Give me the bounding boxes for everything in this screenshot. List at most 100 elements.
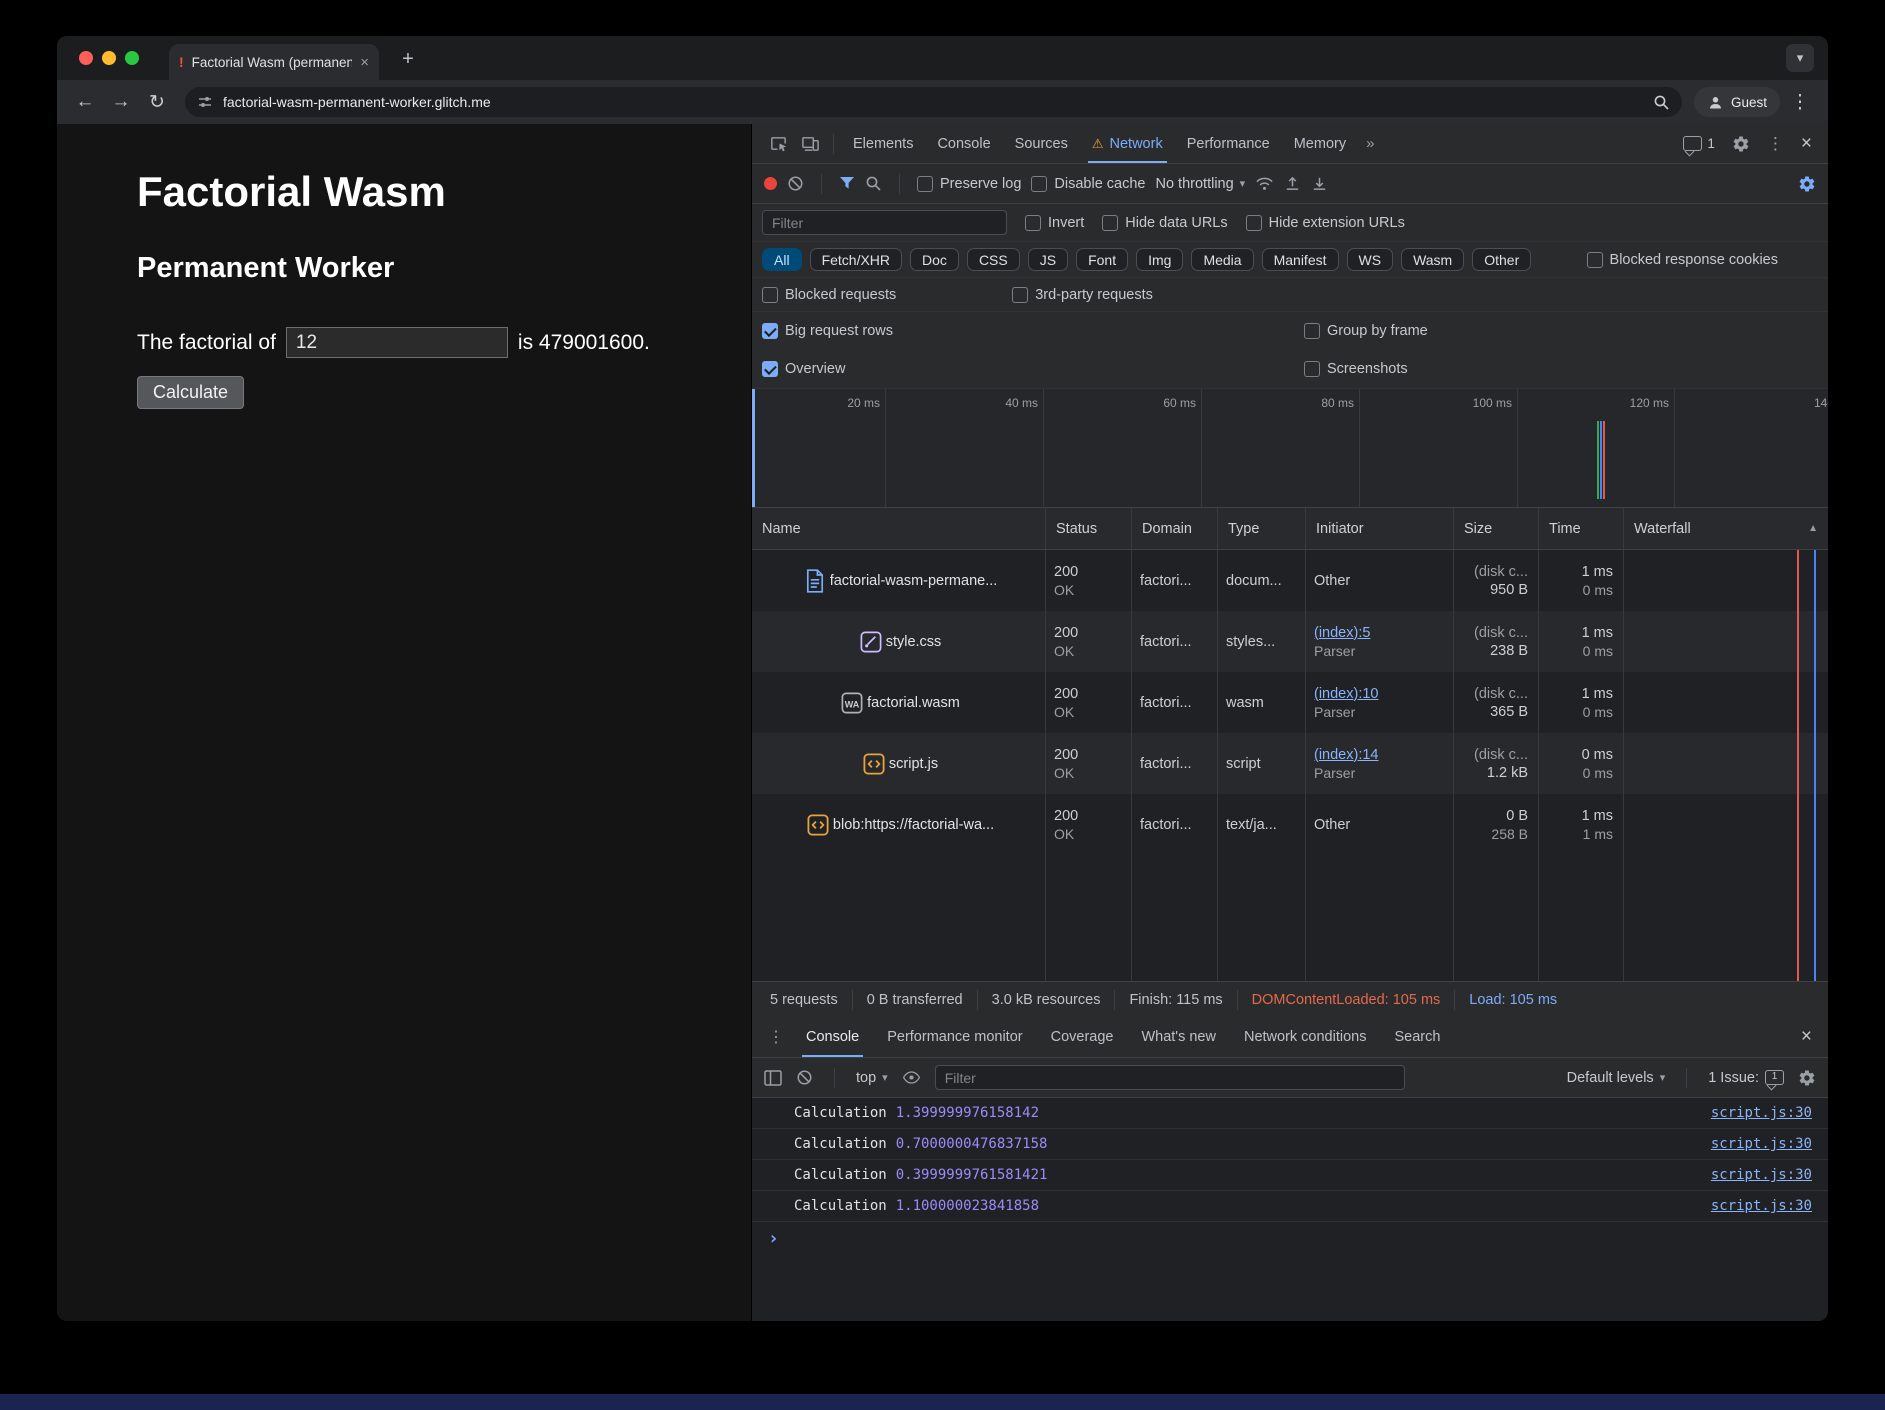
disable-cache-checkbox[interactable] [1031,176,1047,192]
table-row[interactable]: script.js 200OK factori... script (index… [752,733,1828,794]
filter-chip-wasm[interactable]: Wasm [1401,248,1464,271]
column-header-size[interactable]: Size [1454,508,1539,549]
network-settings-gear-icon[interactable] [1798,175,1816,193]
request-initiator-link[interactable]: (index):10 [1314,686,1445,702]
search-icon[interactable] [865,175,882,192]
drawer-tab-performance-monitor[interactable]: Performance monitor [873,1017,1036,1057]
blocked-response-cookies-checkbox[interactable] [1587,252,1603,268]
filter-chip-css[interactable]: CSS [967,248,1020,271]
window-close-button[interactable] [79,51,93,65]
new-tab-button[interactable]: + [395,46,421,72]
overview-checkbox[interactable] [762,361,778,377]
column-header-status[interactable]: Status [1046,508,1132,549]
console-settings-gear-icon[interactable] [1798,1069,1816,1087]
table-row[interactable]: WA factorial.wasm 200OK factori... wasm … [752,672,1828,733]
browser-tab[interactable]: ! Factorial Wasm (permanent W × [169,44,379,80]
drawer-tab-network-conditions[interactable]: Network conditions [1230,1017,1381,1057]
overview-left-handle[interactable] [752,389,755,507]
inspect-element-icon[interactable] [762,129,794,159]
third-party-requests-checkbox[interactable] [1012,287,1028,303]
browser-menu-icon[interactable]: ⋮ [1784,86,1816,118]
console-prompt[interactable]: › [752,1222,1828,1254]
request-initiator-link[interactable]: (index):5 [1314,625,1445,641]
window-fullscreen-button[interactable] [125,51,139,65]
drawer-tab-console[interactable]: Console [792,1017,873,1057]
factorial-input[interactable] [286,327,508,358]
preserve-log-checkbox[interactable] [917,176,933,192]
filter-chip-fetch-xhr[interactable]: Fetch/XHR [810,248,902,271]
table-row[interactable]: factorial-wasm-permane... 200OK factori.… [752,550,1828,611]
request-initiator-link[interactable]: (index):14 [1314,747,1445,763]
tab-close-icon[interactable]: × [360,54,369,71]
eye-icon[interactable] [902,1070,921,1085]
hide-data-urls-checkbox[interactable] [1102,215,1118,231]
console-sidebar-icon[interactable] [764,1070,782,1086]
column-header-domain[interactable]: Domain [1132,508,1218,549]
hide-extension-urls-checkbox[interactable] [1246,215,1262,231]
filter-chip-manifest[interactable]: Manifest [1262,248,1339,271]
clear-console-icon[interactable] [796,1069,813,1086]
column-header-initiator[interactable]: Initiator [1306,508,1454,549]
address-bar[interactable]: factorial-wasm-permanent-worker.glitch.m… [185,87,1682,117]
device-toolbar-icon[interactable] [794,129,826,159]
forward-icon[interactable]: → [105,86,137,118]
console-source-link[interactable]: script.js:30 [1711,1136,1812,1152]
site-settings-icon[interactable] [197,94,213,110]
import-har-icon[interactable] [1284,175,1301,192]
drawer-tab-whats-new[interactable]: What's new [1127,1017,1230,1057]
filter-chip-font[interactable]: Font [1076,248,1128,271]
filter-funnel-icon[interactable] [839,176,855,191]
filter-chip-all[interactable]: All [762,248,802,271]
console-source-link[interactable]: script.js:30 [1711,1105,1812,1121]
drawer-close-icon[interactable]: × [1801,1026,1820,1048]
drawer-tab-coverage[interactable]: Coverage [1037,1017,1128,1057]
network-filter-input[interactable] [762,210,1007,235]
issues-counter[interactable]: 1 [1683,136,1715,151]
filter-chip-img[interactable]: Img [1136,248,1183,271]
console-context-dropdown[interactable]: top ▾ [856,1070,888,1086]
filter-chip-ws[interactable]: WS [1347,248,1394,271]
calculate-button[interactable]: Calculate [137,376,244,409]
network-conditions-icon[interactable] [1255,176,1274,192]
devtools-tab-elements[interactable]: Elements [841,124,925,163]
table-row[interactable]: style.css 200OK factori... styles... (in… [752,611,1828,672]
filter-chip-other[interactable]: Other [1472,248,1531,271]
back-icon[interactable]: ← [69,86,101,118]
devtools-tab-performance[interactable]: Performance [1175,124,1282,163]
column-header-time[interactable]: Time [1539,508,1624,549]
tab-search-button[interactable]: ▾ [1786,44,1814,72]
zoom-icon[interactable] [1653,94,1670,111]
log-levels-dropdown[interactable]: Default levels ▾ [1567,1070,1666,1086]
console-filter-input[interactable] [935,1065,1405,1090]
more-tabs-icon[interactable]: » [1358,135,1382,152]
screenshots-checkbox[interactable] [1304,361,1320,377]
group-by-frame-checkbox[interactable] [1304,323,1320,339]
devtools-menu-icon[interactable]: ⋮ [1767,134,1784,154]
drawer-tab-search[interactable]: Search [1380,1017,1454,1057]
network-overview-timeline[interactable]: 20 ms 40 ms 60 ms 80 ms 100 ms 120 ms 14… [752,388,1828,508]
record-icon[interactable] [764,177,777,190]
devtools-tab-network[interactable]: ⚠ Network [1080,124,1175,163]
window-minimize-button[interactable] [102,51,116,65]
big-request-rows-checkbox[interactable] [762,323,778,339]
devtools-tab-sources[interactable]: Sources [1003,124,1080,163]
column-header-waterfall[interactable]: Waterfall ▲ [1624,508,1828,549]
throttling-dropdown[interactable]: No throttling ▾ [1155,176,1245,192]
filter-chip-media[interactable]: Media [1191,248,1253,271]
drawer-menu-icon[interactable]: ⋮ [760,1022,792,1052]
devtools-close-icon[interactable]: × [1801,133,1812,155]
devtools-tab-console[interactable]: Console [925,124,1002,163]
devtools-tab-memory[interactable]: Memory [1282,124,1358,163]
export-har-icon[interactable] [1311,175,1328,192]
filter-chip-doc[interactable]: Doc [910,248,959,271]
blocked-requests-checkbox[interactable] [762,287,778,303]
invert-checkbox[interactable] [1025,215,1041,231]
reload-icon[interactable]: ↻ [141,86,173,118]
table-row[interactable]: blob:https://factorial-wa... 200OK facto… [752,794,1828,855]
clear-icon[interactable] [787,175,804,192]
console-issues-counter[interactable]: 1 Issue: 1 [1708,1070,1784,1086]
profile-button[interactable]: Guest [1694,87,1780,117]
console-source-link[interactable]: script.js:30 [1711,1167,1812,1183]
console-source-link[interactable]: script.js:30 [1711,1198,1812,1214]
filter-chip-js[interactable]: JS [1028,248,1068,271]
